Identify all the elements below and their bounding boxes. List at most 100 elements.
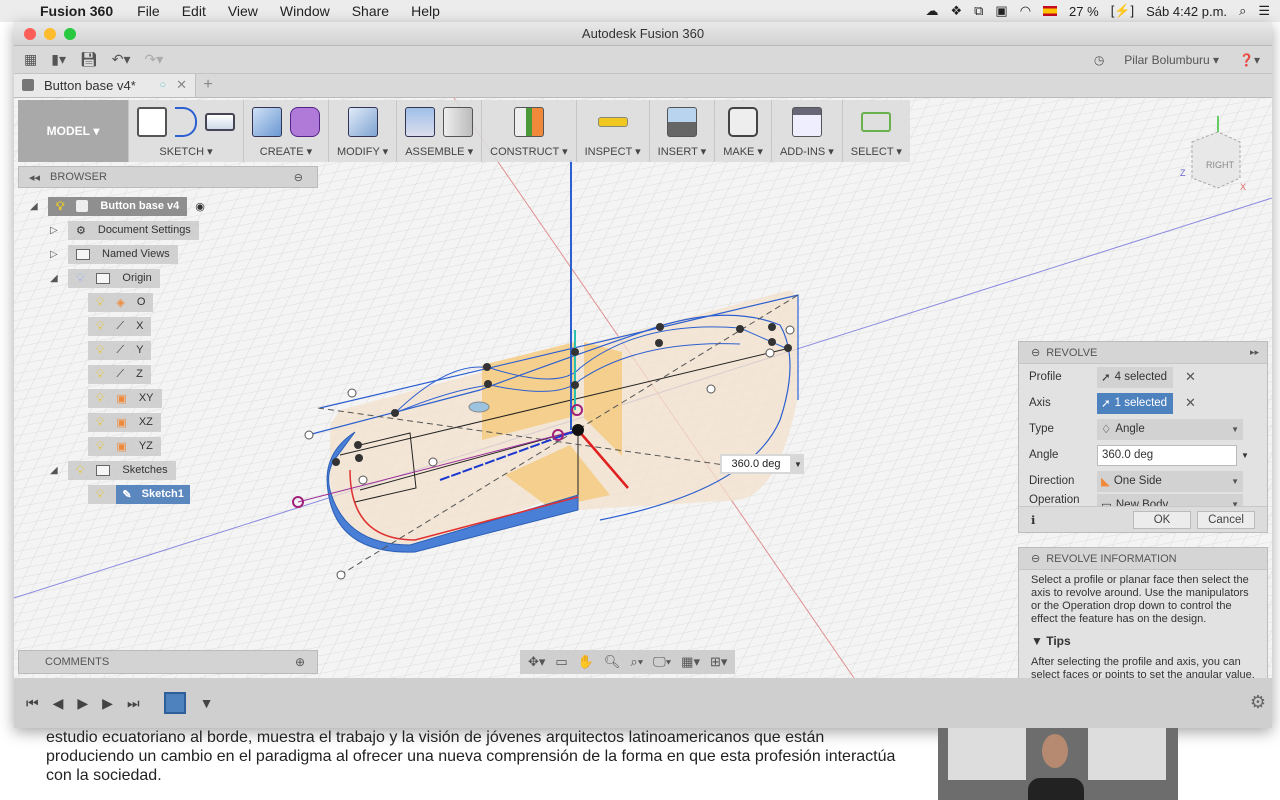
angle-readout[interactable]: 360.0 deg: [722, 456, 790, 472]
joint-icon[interactable]: [443, 107, 474, 137]
3d-print-icon[interactable]: [728, 107, 759, 137]
tree-xy-plane[interactable]: 💡︎ ▣ XY: [88, 388, 162, 408]
create-sketch-icon[interactable]: [137, 107, 167, 137]
menu-window[interactable]: Window: [280, 3, 330, 19]
bluetooth-icon[interactable]: ▣: [995, 3, 1007, 19]
viewports-icon[interactable]: ⊞▾: [710, 654, 727, 670]
clock[interactable]: Sáb 4:42 p.m.: [1146, 4, 1227, 19]
tips-toggle[interactable]: ▼ Tips: [1019, 630, 1267, 652]
visibility-bulb-icon[interactable]: 💡︎: [56, 199, 64, 214]
wifi-icon[interactable]: ◠: [1020, 3, 1031, 19]
construct-menu[interactable]: CONSTRUCT ▾: [481, 100, 575, 162]
expand-dialog-icon[interactable]: ▸▸: [1250, 347, 1259, 358]
chevron-down-icon[interactable]: ▼: [1241, 451, 1249, 460]
help-icon[interactable]: ❓▾: [1239, 53, 1260, 67]
pan-hand-icon[interactable]: ✋: [578, 654, 594, 670]
collapse-dialog-icon[interactable]: ⊖: [1031, 346, 1040, 359]
visibility-bulb-icon[interactable]: 💡︎: [96, 319, 104, 334]
file-menu-icon[interactable]: ▮▾: [51, 51, 66, 68]
new-tab-button[interactable]: +: [196, 73, 220, 97]
timeline-settings-gear-icon[interactable]: ⚙: [1250, 692, 1266, 713]
expand-triangle-icon[interactable]: ▷: [50, 249, 60, 260]
screen-share-icon[interactable]: ⧉: [974, 3, 983, 19]
step-back-icon[interactable]: ◀: [53, 695, 64, 712]
step-forward-icon[interactable]: ▶: [102, 695, 113, 712]
tree-y-axis[interactable]: 💡︎ ⟋ Y: [88, 340, 152, 360]
tree-origin-point[interactable]: 💡︎ ◈ O: [88, 292, 154, 312]
scripts-addins-icon[interactable]: [791, 107, 822, 137]
ok-button[interactable]: OK: [1133, 510, 1191, 529]
chevron-down-icon[interactable]: ▼: [794, 460, 802, 469]
info-icon[interactable]: ℹ: [1031, 513, 1035, 527]
tree-sketch1[interactable]: 💡︎ ✎ Sketch1: [88, 484, 190, 504]
visibility-bulb-icon[interactable]: 💡︎: [96, 439, 104, 454]
collapse-triangle-icon[interactable]: ◢: [30, 201, 40, 212]
profile-selector[interactable]: ➚ 4 selected: [1097, 366, 1173, 388]
insert-image-icon[interactable]: [666, 107, 697, 137]
expand-triangle-icon[interactable]: ▷: [50, 225, 60, 236]
clear-axis-icon[interactable]: ✕: [1185, 395, 1196, 411]
extrude-icon[interactable]: [252, 107, 282, 137]
visibility-bulb-icon[interactable]: 💡︎: [96, 367, 104, 382]
timeline-sketch-feature[interactable]: [163, 692, 186, 714]
dropbox-icon[interactable]: ❖: [950, 3, 962, 19]
grid-snaps-icon[interactable]: ▦▾: [681, 654, 700, 670]
assemble-menu[interactable]: ASSEMBLE ▾: [396, 100, 481, 162]
axis-selector[interactable]: ➚ 1 selected: [1097, 392, 1173, 414]
visibility-bulb-icon[interactable]: 💡︎: [96, 415, 104, 430]
timeline-marker-icon[interactable]: ▼: [200, 695, 214, 711]
spotlight-search-icon[interactable]: ⌕: [1239, 3, 1246, 19]
display-settings-icon[interactable]: 🖵︎▾: [653, 654, 671, 670]
menu-edit[interactable]: Edit: [182, 3, 206, 19]
undo-icon[interactable]: ↶▾: [112, 51, 131, 68]
job-status-clock-icon[interactable]: ◷: [1094, 53, 1104, 67]
spline-icon[interactable]: [175, 107, 197, 137]
menu-share[interactable]: Share: [352, 3, 389, 19]
tree-x-axis[interactable]: 💡︎ ⟋ X: [88, 316, 152, 336]
close-tab-icon[interactable]: ✕: [176, 77, 187, 93]
look-at-icon[interactable]: ▭: [555, 654, 567, 670]
redo-icon[interactable]: ↷▾: [145, 51, 164, 68]
new-component-icon[interactable]: [405, 107, 436, 137]
tree-origin[interactable]: ◢ 💡︎ Origin: [50, 268, 160, 288]
insert-menu[interactable]: INSERT ▾: [648, 100, 715, 162]
form-icon[interactable]: [290, 107, 320, 137]
angle-input[interactable]: 360.0 deg: [1097, 444, 1237, 466]
tree-root[interactable]: ◢ 💡︎ Button base v4 ◉: [30, 196, 205, 216]
operation-dropdown[interactable]: ▭ New Body ▼: [1097, 494, 1243, 506]
menu-file[interactable]: File: [137, 3, 160, 19]
save-icon[interactable]: 💾︎: [80, 51, 98, 68]
activate-radio-icon[interactable]: ◉: [195, 200, 205, 213]
tree-named-views[interactable]: ▷ Named Views: [50, 244, 178, 264]
visibility-bulb-icon[interactable]: 💡︎: [96, 343, 104, 358]
workspace-switcher[interactable]: MODEL ▾: [18, 100, 128, 162]
visibility-bulb-icon[interactable]: 💡︎: [96, 391, 104, 406]
go-to-end-icon[interactable]: ⏭: [127, 695, 140, 712]
visibility-bulb-icon[interactable]: 💡︎: [76, 271, 84, 286]
tree-sketches[interactable]: ◢ 💡︎ Sketches: [50, 460, 176, 480]
measure-icon[interactable]: [597, 117, 628, 127]
sketch-menu[interactable]: SKETCH ▾: [128, 100, 243, 162]
add-comment-icon[interactable]: ⊕: [295, 655, 305, 669]
data-panel-grid-icon[interactable]: ▦: [24, 51, 37, 68]
cancel-button[interactable]: Cancel: [1197, 510, 1255, 529]
menu-app-name[interactable]: Fusion 360: [40, 3, 113, 19]
modify-menu[interactable]: MODIFY ▾: [328, 100, 396, 162]
browser-minimize-icon[interactable]: ⊖: [294, 171, 303, 184]
zoom-window-button[interactable]: [64, 28, 76, 40]
angle-manipulator-input[interactable]: 360.0 deg ▼: [720, 454, 804, 474]
close-window-button[interactable]: [24, 28, 36, 40]
collapse-triangle-icon[interactable]: ◢: [50, 273, 60, 284]
clear-profile-icon[interactable]: ✕: [1185, 369, 1196, 385]
browser-panel-header[interactable]: ◂◂ BROWSER ⊖: [18, 166, 318, 188]
go-to-start-icon[interactable]: ⏮: [26, 695, 39, 712]
zoom-icon[interactable]: 🔍︎: [604, 654, 621, 670]
visibility-bulb-icon[interactable]: 💡︎: [76, 463, 84, 478]
document-tab[interactable]: Button base v4* ○ ✕: [14, 73, 196, 97]
visibility-bulb-icon[interactable]: 💡︎: [96, 295, 104, 310]
tree-yz-plane[interactable]: 💡︎ ▣ YZ: [88, 436, 161, 456]
background-video-thumbnail[interactable]: [938, 728, 1178, 800]
press-pull-icon[interactable]: [347, 107, 378, 137]
type-dropdown[interactable]: ♢ Angle ▼: [1097, 418, 1243, 440]
tree-document-settings[interactable]: ▷ ⚙ Document Settings: [50, 220, 199, 240]
